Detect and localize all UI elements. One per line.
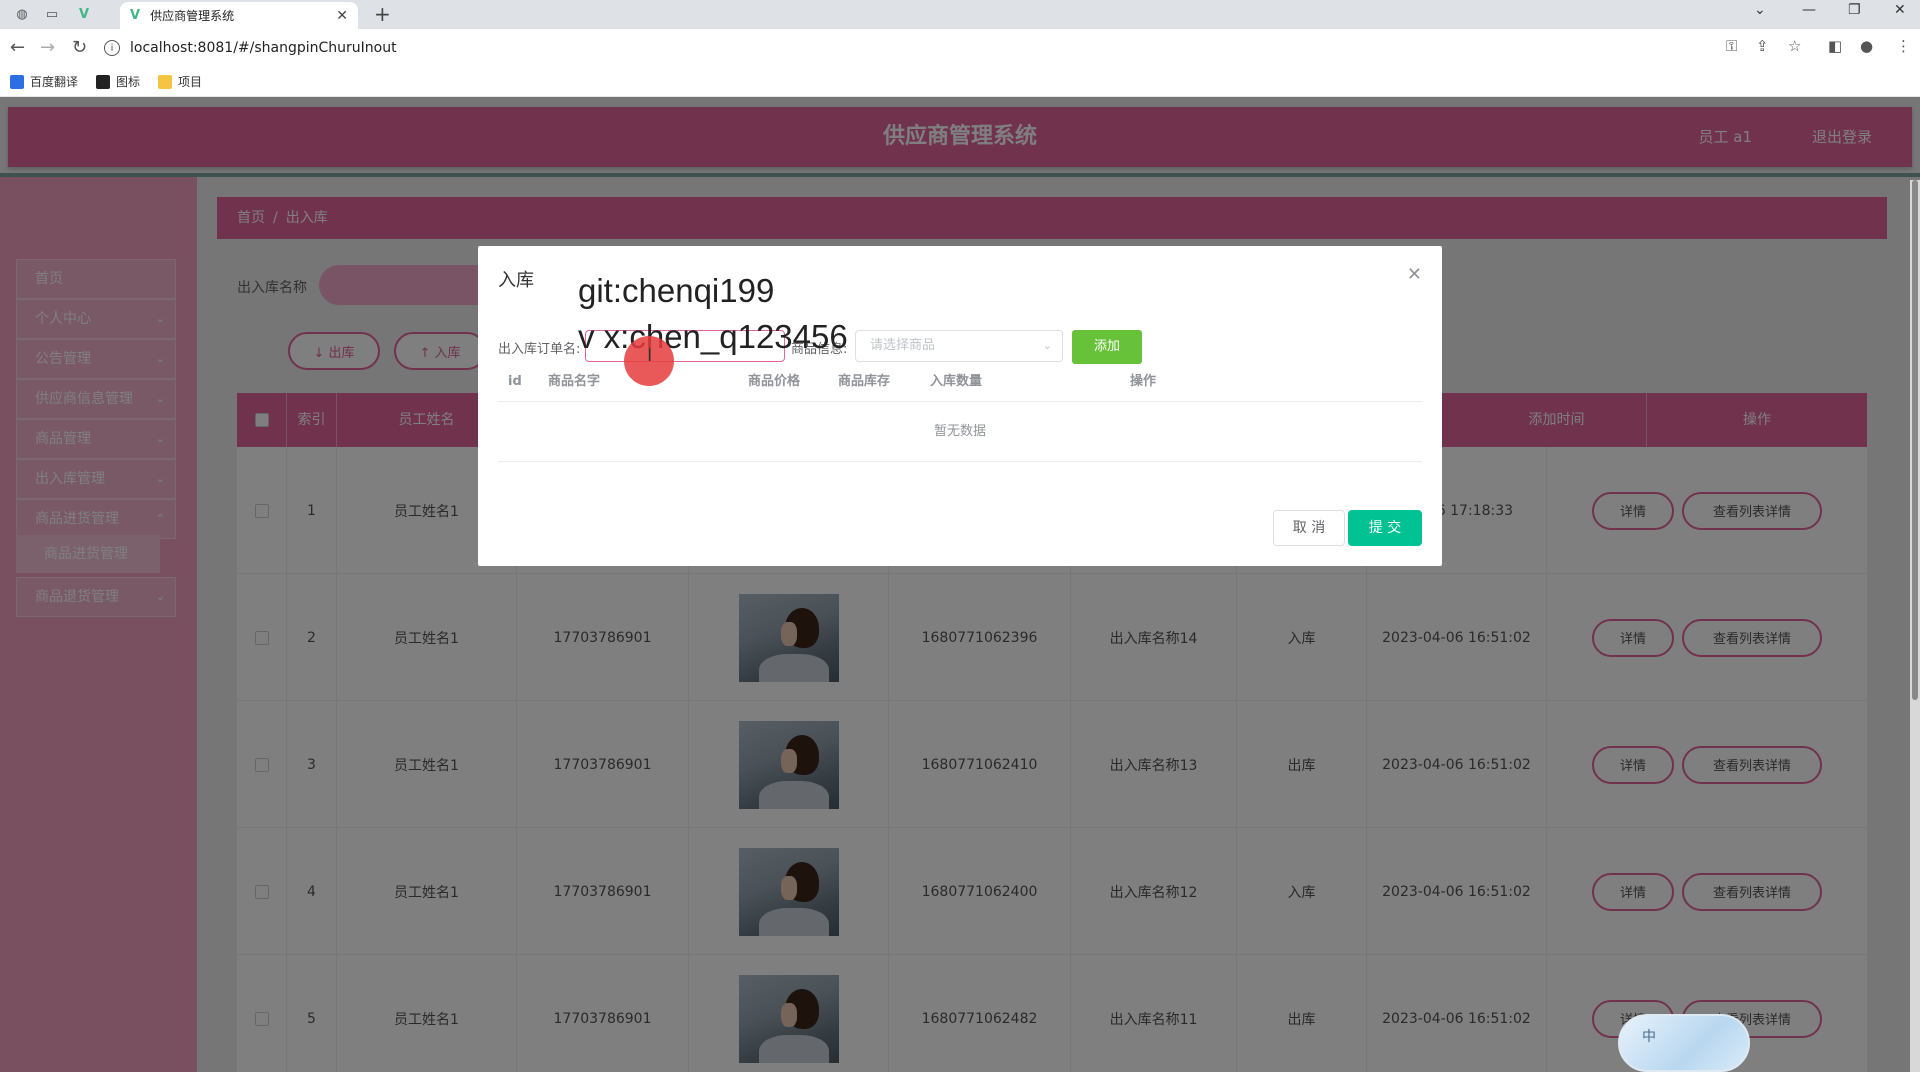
close-icon[interactable]: ✕	[1407, 264, 1422, 285]
tab-title: 供应商管理系统	[150, 9, 235, 23]
col-id: id	[508, 374, 522, 389]
globe-icon[interactable]: ◍	[10, 4, 34, 24]
translate-icon	[10, 74, 24, 89]
browser-tab-bar: ◍ ▭ V V 供应商管理系统 ✕ + ⌄ — ❐ ✕	[0, 0, 1920, 29]
add-goods-button[interactable]: 添加	[1072, 330, 1142, 364]
star-icon[interactable]: ☆	[1788, 37, 1801, 55]
new-tab-icon[interactable]: +	[374, 2, 391, 26]
col-goods-stock: 商品库存	[838, 374, 891, 389]
ime-mode: 中	[1642, 1029, 1656, 1045]
window-close-icon[interactable]: ✕	[1894, 2, 1906, 18]
col-goods-price: 商品价格	[748, 374, 801, 389]
tab-search-icon[interactable]: ⌄	[1754, 2, 1766, 18]
watermark-line-2: v x:chen_q123456	[578, 318, 848, 355]
scrollbar-thumb[interactable]	[1912, 180, 1918, 700]
share-icon[interactable]: ⇪	[1756, 37, 1769, 55]
goods-select-placeholder: 请选择商品	[870, 338, 936, 353]
vue-favicon-icon: V	[130, 8, 141, 23]
blank-tab-icon[interactable]: ▭	[40, 4, 64, 24]
profile-icon[interactable]: ●	[1860, 37, 1873, 55]
address-bar: ← → ↻ i localhost:8081/#/shangpinChuruIn…	[0, 29, 1920, 67]
cancel-button[interactable]: 取 消	[1273, 510, 1345, 546]
order-name-label: 出入库订单名:	[498, 342, 581, 357]
bookmark-translate[interactable]: 百度翻译	[10, 73, 78, 90]
page-scrollbar[interactable]	[1910, 180, 1920, 1072]
bookmark-project[interactable]: 项目	[158, 73, 202, 90]
folder-icon	[158, 74, 173, 89]
minimize-icon[interactable]: —	[1802, 2, 1816, 18]
close-tab-icon[interactable]: ✕	[336, 8, 348, 24]
image-icon	[96, 74, 111, 89]
reload-icon[interactable]: ↻	[72, 37, 87, 58]
modal-overlay	[0, 97, 1920, 1072]
vue-tab-icon[interactable]: V	[72, 4, 96, 24]
col-goods-name: 商品名字	[548, 374, 601, 389]
chevron-down-icon: ⌄	[1042, 339, 1052, 352]
goods-select[interactable]: 请选择商品 ⌄	[855, 330, 1063, 362]
menu-icon[interactable]: ⋮	[1896, 37, 1911, 55]
ime-widget[interactable]: 中	[1618, 1014, 1750, 1072]
bookmarks-bar: 百度翻译 图标 项目	[0, 67, 1920, 97]
col-in-quantity: 入库数量	[930, 374, 983, 389]
dialog-title: 入库	[498, 270, 534, 291]
key-icon[interactable]: ⚿	[1726, 37, 1737, 55]
bookmark-icons[interactable]: 图标	[96, 73, 140, 90]
empty-state: 暂无数据	[498, 402, 1422, 462]
bookmark-label: 百度翻译	[30, 75, 79, 89]
active-tab[interactable]: V 供应商管理系统 ✕	[120, 2, 358, 29]
url-text: localhost:8081/#/shangpinChuruInout	[130, 40, 397, 56]
text-cursor-icon: I	[647, 345, 653, 366]
restore-icon[interactable]: ❐	[1848, 2, 1861, 18]
col-actions: 操作	[1130, 374, 1157, 389]
url-field[interactable]: i localhost:8081/#/shangpinChuruInout	[104, 34, 1704, 62]
submit-button[interactable]: 提 交	[1348, 510, 1422, 546]
bookmark-label: 项目	[178, 75, 203, 89]
watermark-line-1: git:chenqi199	[578, 272, 775, 309]
site-info-icon[interactable]: i	[104, 40, 120, 56]
back-icon[interactable]: ←	[10, 37, 25, 58]
forward-icon[interactable]: →	[40, 37, 55, 58]
sidepanel-icon[interactable]: ◧	[1828, 37, 1842, 55]
bookmark-label: 图标	[116, 75, 141, 89]
